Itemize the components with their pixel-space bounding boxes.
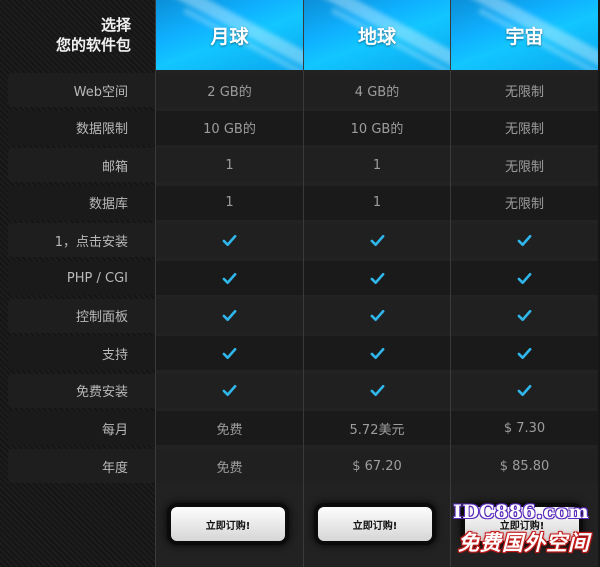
cell-universe: 无限制 [450,73,598,107]
package-heading-line1: 选择 [100,16,131,34]
cell-earth: 10 GB的 [303,110,450,145]
check-icon [517,347,532,359]
cell-moon: 免费 [155,449,303,483]
pricing-table: 选择 您的软件包 月球 地球 宇宙 Web空间 2 GB的 4 GB的 无限制 数据限制… [0,0,600,567]
table-row: 支持 [0,335,600,371]
plan-header-moon: 月球 [156,0,303,70]
feature-label: Web空间 [8,73,155,107]
cell-earth [303,223,450,258]
cell-earth: 1 [303,185,450,220]
cell-moon: 2 GB的 [155,73,303,107]
check-icon [222,272,237,284]
check-icon [222,347,237,359]
cell-moon: 1 [155,148,303,183]
feature-label: 年度 [8,449,155,483]
cell-moon: 免费 [155,411,303,446]
check-icon [517,272,532,284]
cell-moon [155,298,303,333]
plan-header-earth: 地球 [304,0,450,70]
check-icon [222,385,237,397]
feature-label: 控制面板 [8,298,155,333]
cell-earth: 1 [303,148,450,183]
feature-label: 每月 [8,411,155,446]
watermark-domain: IDC886.com [453,501,590,523]
cell-earth [303,298,450,333]
table-row: 数据库 1 1 无限制 [0,185,600,221]
feature-label: 支持 [8,336,155,371]
cell-universe: $ 7.30 [450,411,598,446]
check-icon [370,385,384,397]
table-row: 数据限制 10 GB的 10 GB的 无限制 [0,110,600,146]
table-row: 年度 免费 $ 67.20 $ 85.80 [0,448,600,484]
table-row: 邮箱 1 1 无限制 [0,147,600,183]
cell-universe: 无限制 [450,110,598,145]
table-row: 免费安装 [0,373,600,409]
cell-moon: 10 GB的 [155,110,303,145]
watermark-caption: 免费国外空间 [458,530,590,555]
cell-moon [155,373,303,408]
table-row: Web空间 2 GB的 4 GB的 无限制 [0,72,600,108]
cell-moon [155,336,303,371]
cell-universe [450,223,598,258]
check-icon [517,385,532,397]
table-row: 1，点击安装 [0,222,600,258]
cell-universe [450,261,598,295]
feature-label: PHP / CGI [8,261,155,295]
cell-moon: 1 [155,185,303,220]
cell-earth: 5.72美元 [303,411,450,446]
cell-earth: 4 GB的 [303,73,450,107]
check-icon [517,234,532,246]
cell-universe [450,336,598,371]
table-row: 每月 免费 5.72美元 $ 7.30 [0,410,600,446]
cell-earth [303,373,450,408]
cell-universe: 无限制 [450,148,598,183]
table-row: 控制面板 [0,298,600,334]
feature-label: 数据库 [8,185,155,220]
table-row: PHP / CGI [0,260,600,296]
plan-name: 月球 [210,25,249,48]
cell-universe: $ 85.80 [450,449,598,483]
cell-moon [155,261,303,295]
plan-name: 地球 [357,25,396,48]
cell-earth [303,336,450,371]
feature-label: 邮箱 [8,148,155,183]
package-heading-line2: 您的软件包 [55,36,131,54]
package-heading: 选择 您的软件包 [0,0,155,70]
cell-earth: $ 67.20 [303,449,450,483]
order-button-earth[interactable]: 立即订购! [318,507,432,541]
cell-universe [450,373,598,408]
cell-universe: 无限制 [450,185,598,220]
check-icon [370,272,384,284]
cell-earth [303,261,450,295]
feature-label: 1，点击安装 [8,223,155,258]
check-icon [222,234,237,246]
feature-label: 数据限制 [8,110,155,145]
feature-label: 免费安装 [8,373,155,408]
check-icon [222,310,237,322]
order-button-moon[interactable]: 立即订购! [171,507,285,541]
check-icon [370,234,384,246]
plan-header-universe: 宇宙 [451,0,598,70]
plan-name: 宇宙 [505,25,544,48]
cell-moon [155,223,303,258]
check-icon [370,310,384,322]
check-icon [517,310,532,322]
cell-universe [450,298,598,333]
check-icon [370,347,384,359]
